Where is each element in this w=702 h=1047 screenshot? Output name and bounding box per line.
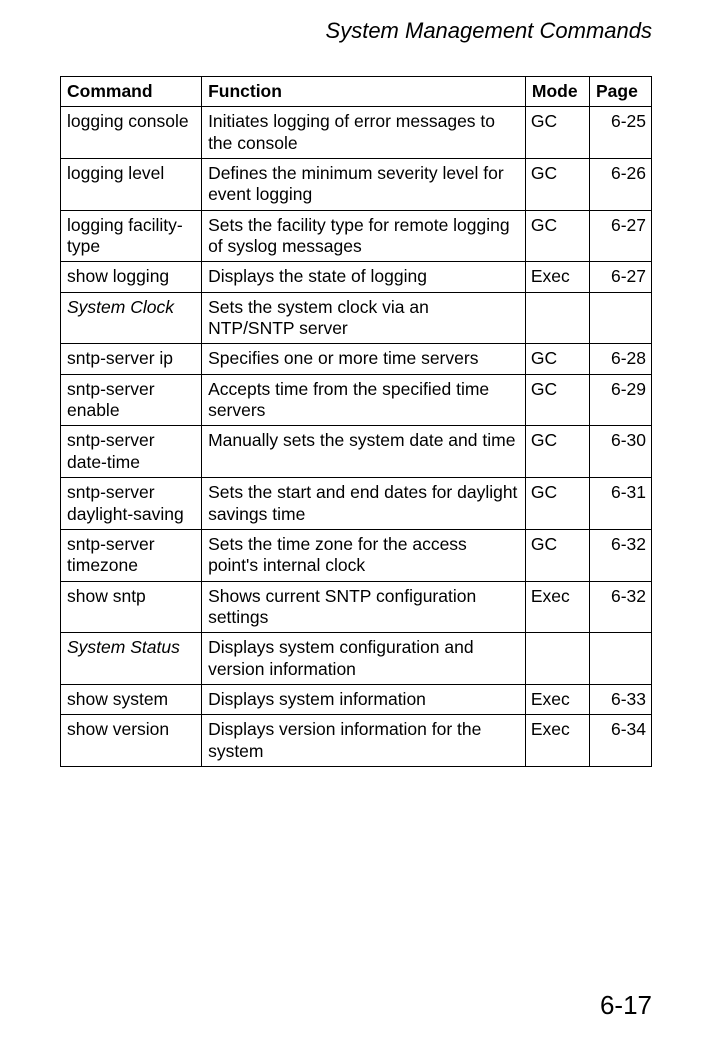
cell-function: Specifies one or more time servers	[202, 344, 526, 374]
cell-command: sntp-server date-time	[61, 426, 202, 478]
cell-command: sntp-server ip	[61, 344, 202, 374]
cell-page	[589, 292, 651, 344]
cell-mode: GC	[525, 159, 589, 211]
cell-function: Shows current SNTP configuration setting…	[202, 581, 526, 633]
table-row: sntp-server daylight-savingSets the star…	[61, 478, 652, 530]
cell-function: Displays system configuration and versio…	[202, 633, 526, 685]
cell-command: show logging	[61, 262, 202, 292]
cell-function: Sets the time zone for the access point'…	[202, 529, 526, 581]
cell-command: logging console	[61, 107, 202, 159]
cell-function: Defines the minimum severity level for e…	[202, 159, 526, 211]
commands-table: Command Function Mode Page logging conso…	[60, 76, 652, 767]
cell-function: Accepts time from the specified time ser…	[202, 374, 526, 426]
table-row: sntp-server date-timeManually sets the s…	[61, 426, 652, 478]
cell-function: Sets the system clock via an NTP/SNTP se…	[202, 292, 526, 344]
cell-mode: Exec	[525, 581, 589, 633]
cell-function: Displays system information	[202, 684, 526, 714]
cell-page: 6-33	[589, 684, 651, 714]
cell-page	[589, 633, 651, 685]
table-row: show systemDisplays system informationEx…	[61, 684, 652, 714]
cell-page: 6-34	[589, 715, 651, 767]
cell-page: 6-26	[589, 159, 651, 211]
cell-page: 6-32	[589, 529, 651, 581]
table-row: sntp-server timezoneSets the time zone f…	[61, 529, 652, 581]
header-mode: Mode	[525, 77, 589, 107]
cell-command: logging facility-type	[61, 210, 202, 262]
table-header-row: Command Function Mode Page	[61, 77, 652, 107]
cell-command: sntp-server daylight-saving	[61, 478, 202, 530]
cell-page: 6-31	[589, 478, 651, 530]
cell-mode: Exec	[525, 715, 589, 767]
cell-mode: GC	[525, 210, 589, 262]
cell-function: Sets the facility type for remote loggin…	[202, 210, 526, 262]
cell-page: 6-29	[589, 374, 651, 426]
cell-page: 6-28	[589, 344, 651, 374]
table-row: logging facility-typeSets the facility t…	[61, 210, 652, 262]
table-row: System ClockSets the system clock via an…	[61, 292, 652, 344]
cell-page: 6-30	[589, 426, 651, 478]
cell-page: 6-32	[589, 581, 651, 633]
cell-mode	[525, 633, 589, 685]
cell-mode: GC	[525, 478, 589, 530]
cell-page: 6-27	[589, 262, 651, 292]
table-row: sntp-server ipSpecifies one or more time…	[61, 344, 652, 374]
table-row: sntp-server enableAccepts time from the …	[61, 374, 652, 426]
cell-function: Displays version information for the sys…	[202, 715, 526, 767]
cell-mode: GC	[525, 529, 589, 581]
cell-command: System Status	[61, 633, 202, 685]
table-row: show versionDisplays version information…	[61, 715, 652, 767]
table-row: System StatusDisplays system configurati…	[61, 633, 652, 685]
cell-command: show system	[61, 684, 202, 714]
page-number: 6-17	[600, 990, 652, 1021]
table-row: logging levelDefines the minimum severit…	[61, 159, 652, 211]
cell-mode	[525, 292, 589, 344]
header-function: Function	[202, 77, 526, 107]
cell-function: Displays the state of logging	[202, 262, 526, 292]
cell-command: sntp-server timezone	[61, 529, 202, 581]
cell-command: show sntp	[61, 581, 202, 633]
cell-mode: GC	[525, 107, 589, 159]
table-row: logging consoleInitiates logging of erro…	[61, 107, 652, 159]
cell-function: Manually sets the system date and time	[202, 426, 526, 478]
table-row: show sntpShows current SNTP configuratio…	[61, 581, 652, 633]
cell-command: sntp-server enable	[61, 374, 202, 426]
cell-page: 6-25	[589, 107, 651, 159]
cell-mode: Exec	[525, 684, 589, 714]
cell-command: System Clock	[61, 292, 202, 344]
cell-function: Sets the start and end dates for dayligh…	[202, 478, 526, 530]
cell-function: Initiates logging of error messages to t…	[202, 107, 526, 159]
cell-command: show version	[61, 715, 202, 767]
header-command: Command	[61, 77, 202, 107]
cell-mode: GC	[525, 426, 589, 478]
page-title: System Management Commands	[60, 18, 652, 44]
table-row: show loggingDisplays the state of loggin…	[61, 262, 652, 292]
cell-mode: GC	[525, 374, 589, 426]
cell-command: logging level	[61, 159, 202, 211]
header-page: Page	[589, 77, 651, 107]
cell-page: 6-27	[589, 210, 651, 262]
cell-mode: GC	[525, 344, 589, 374]
cell-mode: Exec	[525, 262, 589, 292]
